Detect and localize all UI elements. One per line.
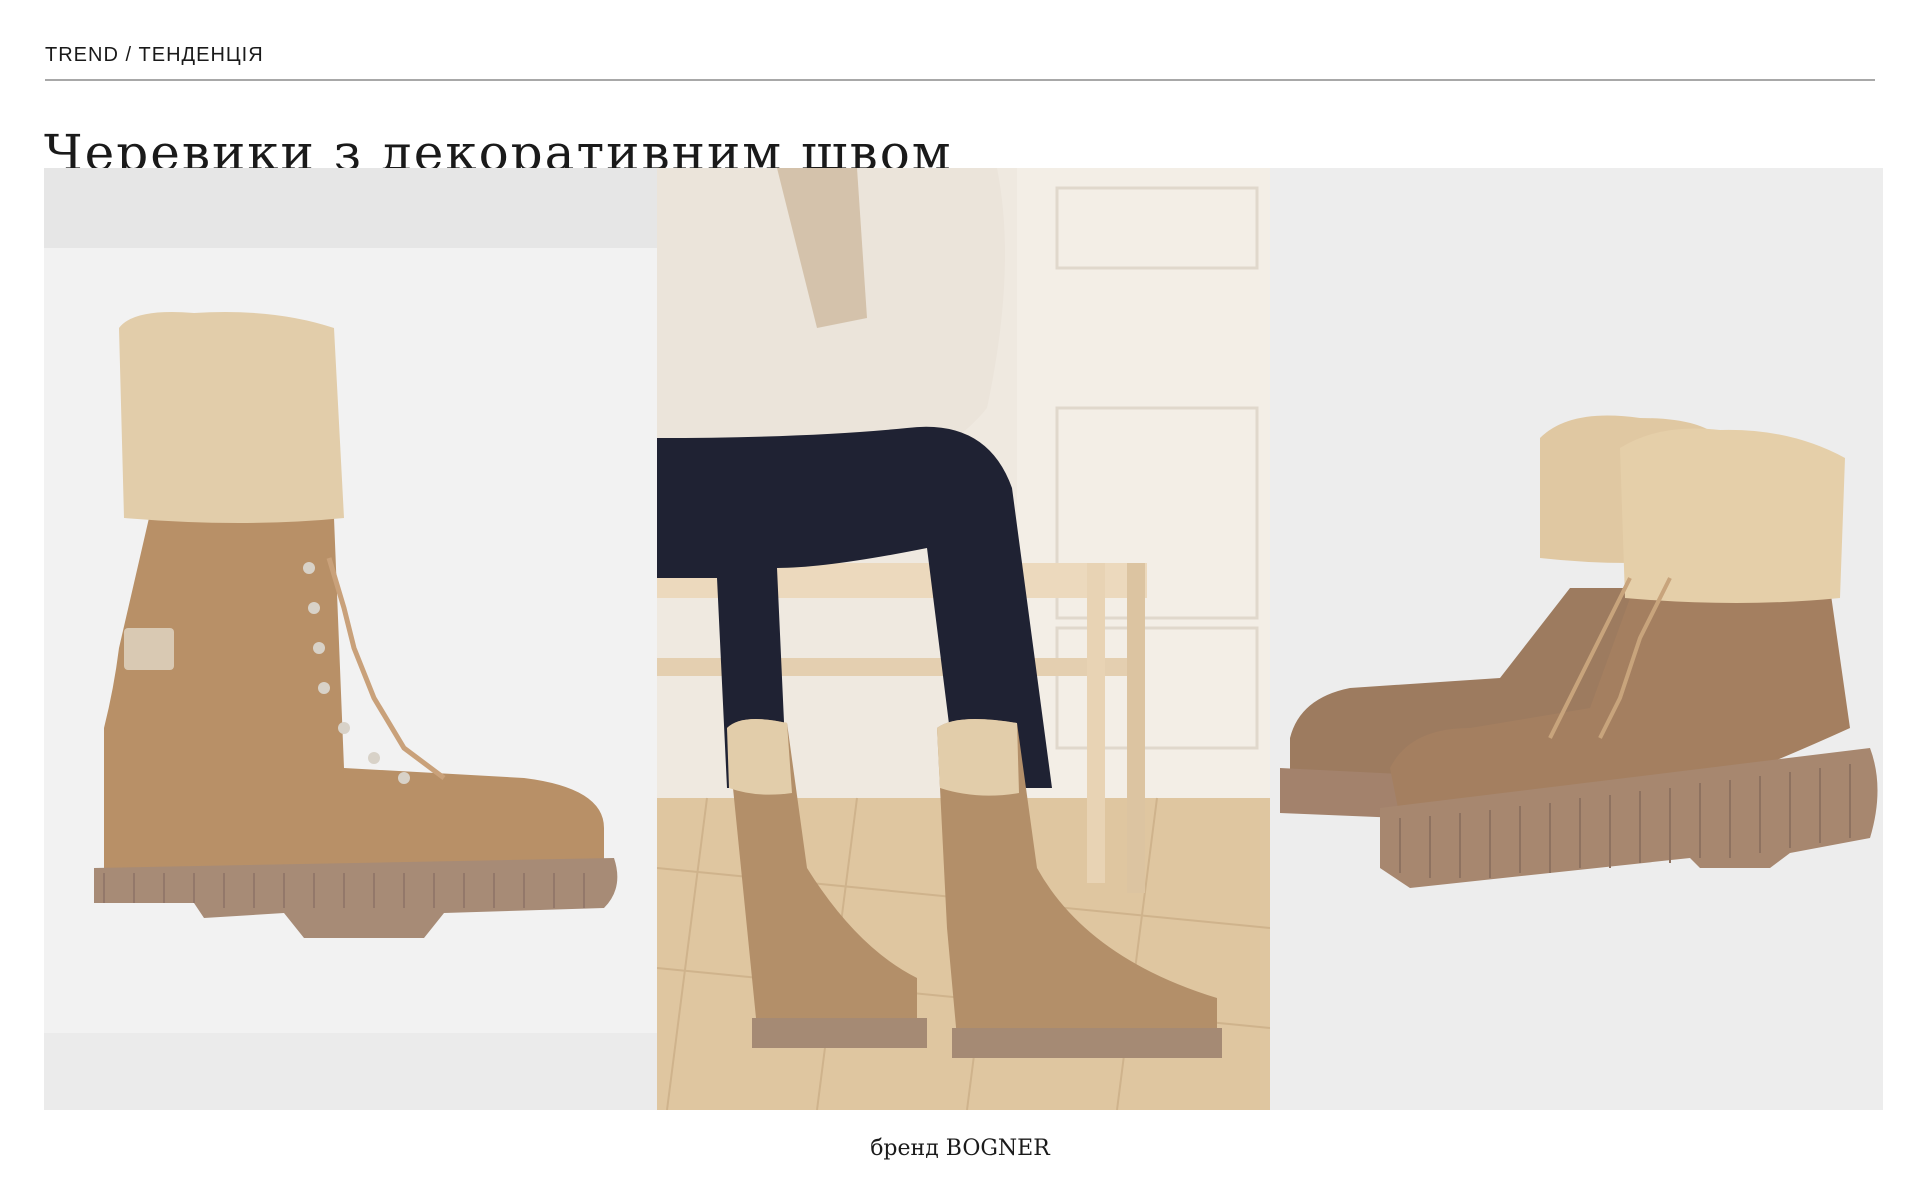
brand-caption: бренд BOGNER [870, 1136, 1050, 1161]
tall-lace-up-shearling-cuff-boot-photo [44, 168, 657, 1110]
model-seated-wearing-boots-photo [657, 168, 1270, 1110]
header-label: TREND / ТЕНДЕНЦІЯ [45, 44, 264, 66]
header-divider [45, 79, 1875, 81]
pair-of-shearling-ankle-boots-photo [1270, 168, 1883, 1110]
